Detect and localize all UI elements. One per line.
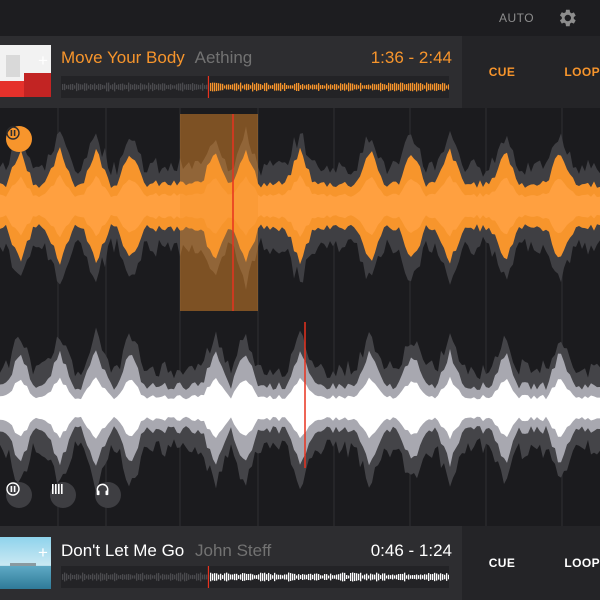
gear-icon[interactable] xyxy=(556,7,578,29)
deck-a-cue-button[interactable]: CUE xyxy=(462,36,542,108)
deck-b-title: Don't Let Me Go xyxy=(61,541,185,560)
deck-b-loop-button[interactable]: LOOP xyxy=(542,526,600,600)
deck-a-track-info: Move Your Body Aething xyxy=(61,48,252,68)
deck-b-header: + Don't Let Me Go John Steff 0:46 - 1:24… xyxy=(0,526,600,600)
pause-icon xyxy=(6,126,20,140)
top-bar: AUTO xyxy=(0,0,600,36)
headphones-icon xyxy=(96,483,109,496)
deck-a-add-icon[interactable]: + xyxy=(35,52,51,69)
deck-a-header: + Move Your Body Aething 1:36 - 2:44 CUE… xyxy=(0,36,600,108)
deck-a-overview-waveform[interactable] xyxy=(61,76,449,98)
deck-a-album-art[interactable]: + xyxy=(0,45,51,97)
auto-button[interactable]: AUTO xyxy=(499,11,534,25)
waveform-area[interactable] xyxy=(0,108,600,526)
deck-b-time: 0:46 - 1:24 xyxy=(370,541,452,560)
beatgrid-button[interactable] xyxy=(50,482,76,508)
deck-b-controls: CUE LOOP xyxy=(462,526,600,600)
deck-b-overview-waveform[interactable] xyxy=(61,566,449,588)
headphones-button[interactable] xyxy=(95,482,121,508)
deck-a-loop-button[interactable]: LOOP xyxy=(542,36,600,108)
deck-a-controls: CUE LOOP xyxy=(462,36,600,108)
deck-a-loop-region xyxy=(180,114,258,311)
deck-b-artist: John Steff xyxy=(194,541,272,560)
deck-b-track-info: Don't Let Me Go John Steff xyxy=(61,541,271,561)
pause-icon xyxy=(6,482,20,496)
deck-a-title: Move Your Body xyxy=(61,48,185,67)
deck-a-artist: Aething xyxy=(194,48,253,67)
deck-b-wave-core xyxy=(0,376,600,440)
deck-b-cue-button[interactable]: CUE xyxy=(462,526,542,600)
deck-b-add-icon[interactable]: + xyxy=(35,544,51,561)
deck-b-pause-button[interactable] xyxy=(6,482,32,508)
deck-a-pause-button[interactable] xyxy=(6,126,32,152)
deck-a-time: 1:36 - 2:44 xyxy=(370,48,452,67)
deck-b-album-art[interactable]: + xyxy=(0,537,51,589)
beatgrid-icon xyxy=(52,484,63,494)
